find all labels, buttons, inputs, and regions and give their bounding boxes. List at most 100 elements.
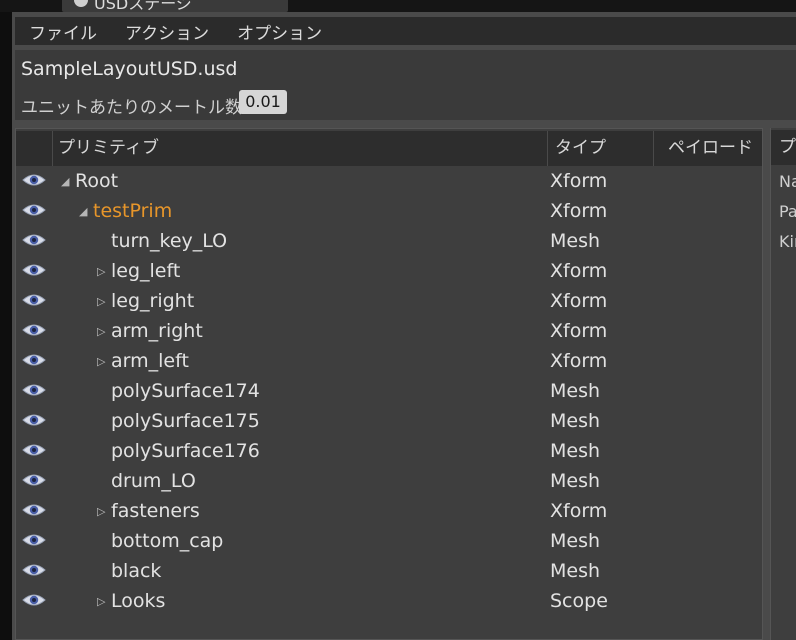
tree-row[interactable]: ▷ arm_right Xform	[16, 316, 762, 346]
tree-row[interactable]: polySurface175 Mesh	[16, 406, 762, 436]
tree-row[interactable]: ▷ fasteners Xform	[16, 496, 762, 526]
prim-name: fasteners	[111, 500, 200, 522]
window-tab[interactable]: USDステージ	[62, 0, 288, 12]
prim-name-cell[interactable]: turn_key_LO	[97, 226, 227, 256]
triangle-right-icon[interactable]: ▷	[97, 355, 109, 368]
triangle-right-icon[interactable]: ▷	[97, 295, 109, 308]
triangle-down-icon[interactable]: ◢	[61, 175, 73, 188]
prim-name-cell[interactable]: ▷ arm_left	[97, 346, 189, 376]
eye-icon[interactable]	[22, 502, 46, 518]
prim-name: arm_right	[111, 320, 203, 342]
eye-icon[interactable]	[22, 592, 46, 608]
tree-row[interactable]: ◢ Root Xform	[16, 166, 762, 196]
triangle-right-icon[interactable]: ▷	[97, 325, 109, 338]
prim-name-cell[interactable]: bottom_cap	[97, 526, 223, 556]
tree-row[interactable]: polySurface174 Mesh	[16, 376, 762, 406]
prim-type: Scope	[550, 590, 608, 612]
triangle-down-icon[interactable]: ◢	[79, 205, 91, 218]
tree-row[interactable]: drum_LO Mesh	[16, 466, 762, 496]
prim-type: Xform	[550, 350, 608, 372]
menu-file[interactable]: ファイル	[29, 19, 97, 44]
details-label-name: Na	[779, 172, 796, 191]
prim-name-cell[interactable]: black	[97, 556, 161, 586]
prim-name: arm_left	[111, 350, 189, 372]
menu-options[interactable]: オプション	[237, 19, 322, 44]
triangle-right-icon[interactable]: ▷	[97, 505, 109, 518]
prim-tree-panel: プリミティブ タイプ ペイロード ◢ Root Xform ◢ testPrim Xfor…	[15, 128, 763, 640]
triangle-right-icon[interactable]: ▷	[97, 595, 109, 608]
prim-name: polySurface175	[111, 410, 260, 432]
eye-icon[interactable]	[22, 532, 46, 548]
prim-type: Mesh	[550, 380, 601, 402]
prim-name: bottom_cap	[111, 530, 224, 552]
eye-icon[interactable]	[22, 382, 46, 398]
payload-column-header[interactable]: ペイロード	[654, 131, 762, 166]
prim-name-cell[interactable]: ◢ Root	[61, 166, 118, 196]
prim-type: Xform	[550, 290, 608, 312]
tree-row[interactable]: polySurface176 Mesh	[16, 436, 762, 466]
prim-name: polySurface176	[111, 440, 260, 462]
window-title: USDステージ	[94, 0, 192, 12]
prim-name-cell[interactable]: ◢ testPrim	[79, 196, 172, 226]
eye-icon[interactable]	[22, 322, 46, 338]
tree-row[interactable]: turn_key_LO Mesh	[16, 226, 762, 256]
menu-bar: ファイル アクション オプション	[15, 17, 796, 45]
tree-row[interactable]: ▷ leg_left Xform	[16, 256, 762, 286]
prim-type: Mesh	[550, 230, 601, 252]
meters-per-unit-field[interactable]: 0.01	[239, 90, 287, 114]
prim-type: Mesh	[550, 530, 601, 552]
window-tab-strip: USDステージ	[0, 0, 796, 12]
prim-type: Xform	[550, 500, 608, 522]
prim-tree-rows: ◢ Root Xform ◢ testPrim Xform turn_key_LO Mesh ▷…	[16, 166, 762, 616]
prim-name-cell[interactable]: ▷ arm_right	[97, 316, 203, 346]
prim-type: Xform	[550, 260, 608, 282]
eye-icon[interactable]	[22, 352, 46, 368]
prim-name: drum_LO	[111, 470, 196, 492]
eye-icon[interactable]	[22, 442, 46, 458]
menu-actions[interactable]: アクション	[125, 19, 209, 44]
prim-name-cell[interactable]: drum_LO	[97, 466, 196, 496]
tree-row[interactable]: bottom_cap Mesh	[16, 526, 762, 556]
prim-name-cell[interactable]: polySurface175	[97, 406, 260, 436]
tree-row[interactable]: ◢ testPrim Xform	[16, 196, 762, 226]
stage-info-panel: SampleLayoutUSD.usd ユニットあたりのメートル数 0.01	[15, 50, 796, 120]
stage-filename: SampleLayoutUSD.usd	[21, 58, 238, 80]
eye-icon[interactable]	[22, 232, 46, 248]
eye-icon[interactable]	[22, 172, 46, 188]
eye-icon[interactable]	[22, 562, 46, 578]
prim-name: leg_left	[111, 260, 181, 282]
prim-name: leg_right	[111, 290, 195, 312]
tree-row[interactable]: ▷ Looks Scope	[16, 586, 762, 616]
prim-type: Mesh	[550, 440, 601, 462]
prim-name-cell[interactable]: ▷ fasteners	[97, 496, 200, 526]
usd-icon	[74, 0, 88, 7]
tree-row[interactable]: black Mesh	[16, 556, 762, 586]
tree-header: プリミティブ タイプ ペイロード	[16, 131, 762, 166]
eye-icon[interactable]	[22, 412, 46, 428]
visibility-column-header[interactable]	[16, 131, 53, 166]
tree-row[interactable]: ▷ arm_left Xform	[16, 346, 762, 376]
type-column-header[interactable]: タイプ	[548, 131, 654, 166]
prim-name: turn_key_LO	[111, 230, 228, 252]
eye-icon[interactable]	[22, 292, 46, 308]
eye-icon[interactable]	[22, 262, 46, 278]
prim-name: testPrim	[93, 200, 173, 222]
prim-name-cell[interactable]: ▷ leg_right	[97, 286, 194, 316]
tree-row[interactable]: ▷ leg_right Xform	[16, 286, 762, 316]
meters-per-unit-label: ユニットあたりのメートル数	[21, 98, 242, 118]
prim-type: Xform	[550, 200, 608, 222]
prim-name: polySurface174	[111, 380, 260, 402]
prim-type: Mesh	[550, 470, 601, 492]
eye-icon[interactable]	[22, 472, 46, 488]
details-panel: プ Na Pa Kir	[770, 128, 796, 640]
prim-type: Xform	[550, 320, 608, 342]
primitive-column-header[interactable]: プリミティブ	[53, 131, 548, 166]
details-label-kind: Kir	[779, 232, 796, 251]
prim-name-cell[interactable]: polySurface176	[97, 436, 260, 466]
prim-name-cell[interactable]: ▷ Looks	[97, 586, 165, 616]
prim-name: black	[111, 560, 162, 582]
triangle-right-icon[interactable]: ▷	[97, 265, 109, 278]
prim-name-cell[interactable]: ▷ leg_left	[97, 256, 180, 286]
prim-name-cell[interactable]: polySurface174	[97, 376, 260, 406]
eye-icon[interactable]	[22, 202, 46, 218]
